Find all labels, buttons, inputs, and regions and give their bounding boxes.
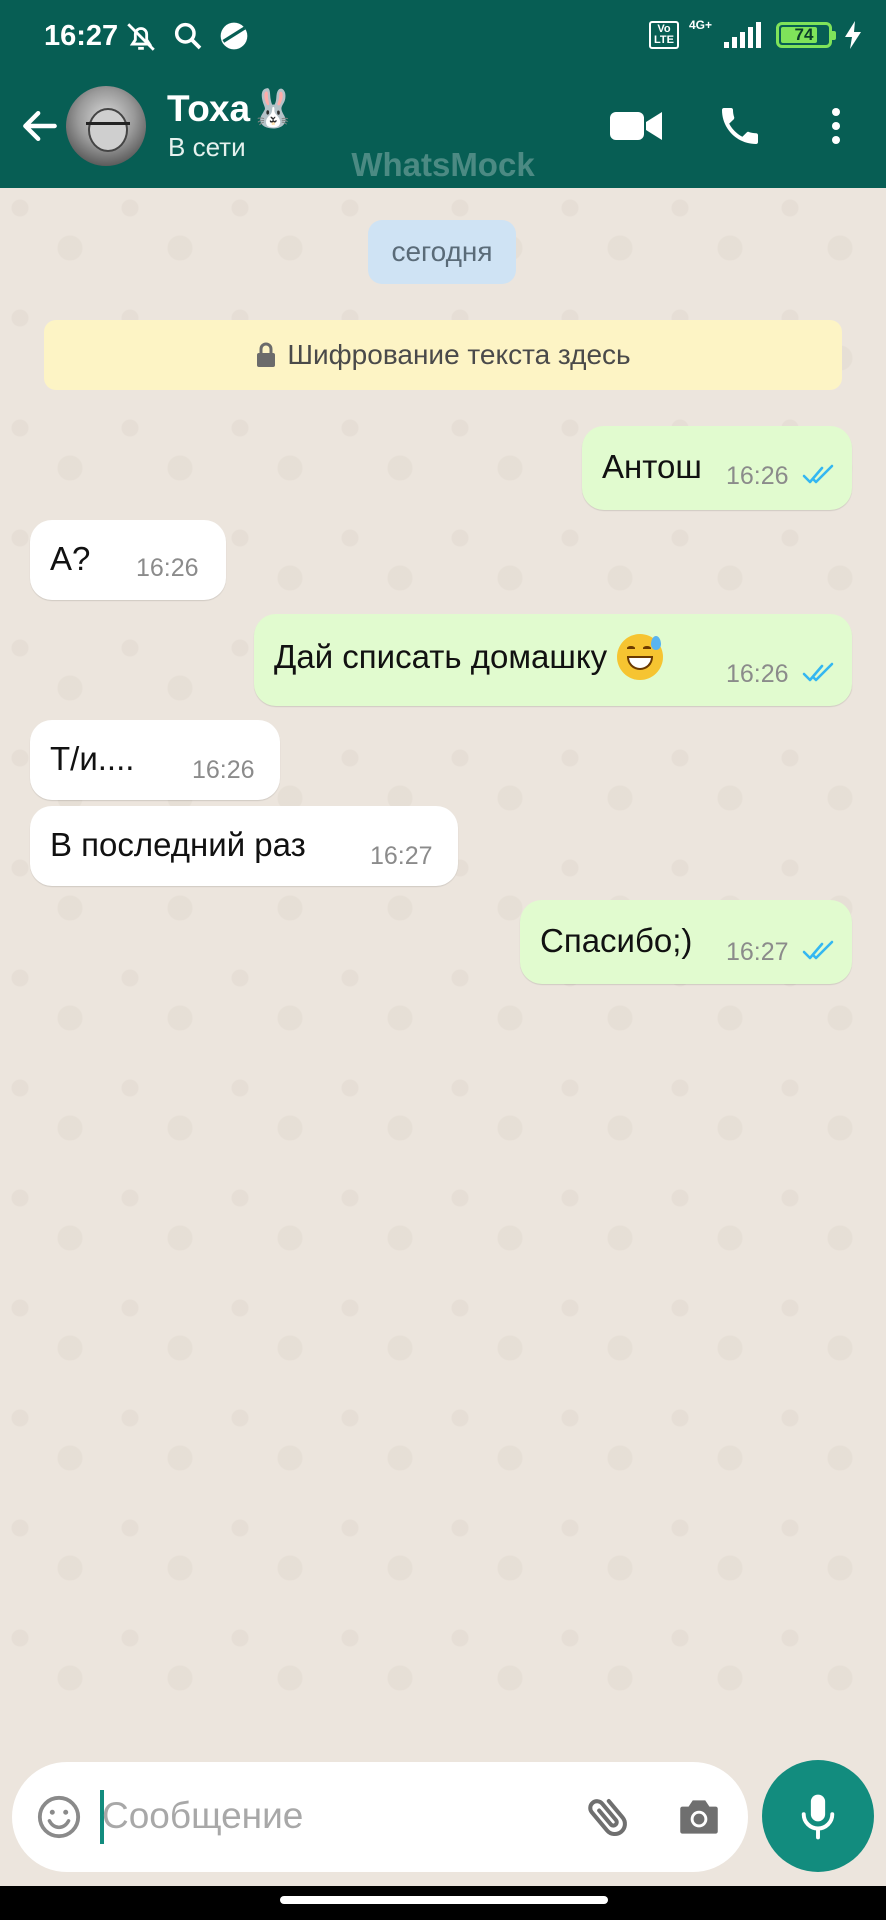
status-bar: 16:27 Vo LTE 4G+ 74: [0, 0, 886, 78]
message-bubble-outgoing[interactable]: Антош 16:26: [582, 426, 852, 510]
charging-bolt-icon: [845, 21, 861, 49]
home-indicator[interactable]: [280, 1896, 608, 1904]
message-time: 16:26: [192, 756, 255, 784]
message-text: Спасибо;): [540, 922, 693, 959]
message-time: 16:26: [726, 462, 789, 490]
message-text: Т/и....: [50, 740, 135, 777]
watermark: WhatsMock: [351, 146, 535, 183]
network-label: 4G+: [688, 18, 712, 32]
mic-icon: [801, 1794, 835, 1840]
message-bubble-incoming[interactable]: Т/и.... 16:26: [30, 720, 280, 800]
search-icon: [174, 22, 202, 50]
battery-percent: 74: [794, 25, 814, 44]
message-bubble-outgoing[interactable]: Дай списать домашку 16:26: [254, 614, 852, 706]
grinning-sweat-emoji: [617, 634, 664, 680]
message-bubble-incoming[interactable]: В последний раз 16:27: [30, 806, 458, 886]
phone-call-icon[interactable]: [712, 102, 768, 150]
attach-icon[interactable]: [582, 1790, 636, 1844]
lock-icon: [257, 342, 276, 367]
mic-button[interactable]: [762, 1760, 874, 1872]
double-check-icon: [802, 464, 834, 484]
avatar-glasses: [86, 122, 130, 134]
date-pill: сегодня: [368, 220, 516, 284]
double-check-icon: [802, 940, 834, 960]
signal-icon: [724, 22, 761, 48]
encryption-notice[interactable]: Шифрование текста здесь: [44, 320, 842, 390]
back-arrow-icon[interactable]: [18, 104, 62, 148]
emoji-icon[interactable]: [36, 1794, 82, 1840]
battery-icon: 74: [776, 22, 836, 48]
encryption-text: Шифрование текста здесь: [287, 339, 631, 370]
more-menu-icon[interactable]: [820, 102, 852, 150]
message-text: Антош: [602, 448, 702, 485]
message-time: 16:27: [726, 938, 789, 966]
message-time: 16:27: [370, 842, 433, 870]
message-text-content: Дай списать домашку: [274, 638, 608, 675]
status-time: 16:27: [44, 20, 119, 52]
double-check-icon: [802, 662, 834, 682]
message-time: 16:26: [136, 554, 199, 582]
contact-name[interactable]: Тоха🐰: [167, 88, 296, 131]
message-input-bar: [12, 1762, 748, 1872]
message-text: Дай списать домашку: [274, 634, 664, 680]
video-call-icon[interactable]: [608, 102, 664, 150]
message-text: В последний раз: [50, 826, 306, 863]
circle-app-icon: [220, 22, 248, 50]
chat-area[interactable]: сегодня Шифрование текста здесь Антош 16…: [0, 188, 886, 1720]
muted-bell-icon: [127, 23, 155, 51]
message-input[interactable]: [102, 1784, 462, 1848]
message-text: А?: [50, 540, 91, 577]
volte-badge: Vo LTE: [648, 21, 679, 49]
message-bubble-incoming[interactable]: А? 16:26: [30, 520, 226, 600]
status-right: Vo LTE 4G+ 74: [648, 18, 864, 50]
message-time: 16:26: [726, 660, 789, 688]
camera-icon[interactable]: [674, 1792, 724, 1842]
status-left-icons: [124, 20, 250, 54]
message-bubble-outgoing[interactable]: Спасибо;) 16:27: [520, 900, 852, 984]
